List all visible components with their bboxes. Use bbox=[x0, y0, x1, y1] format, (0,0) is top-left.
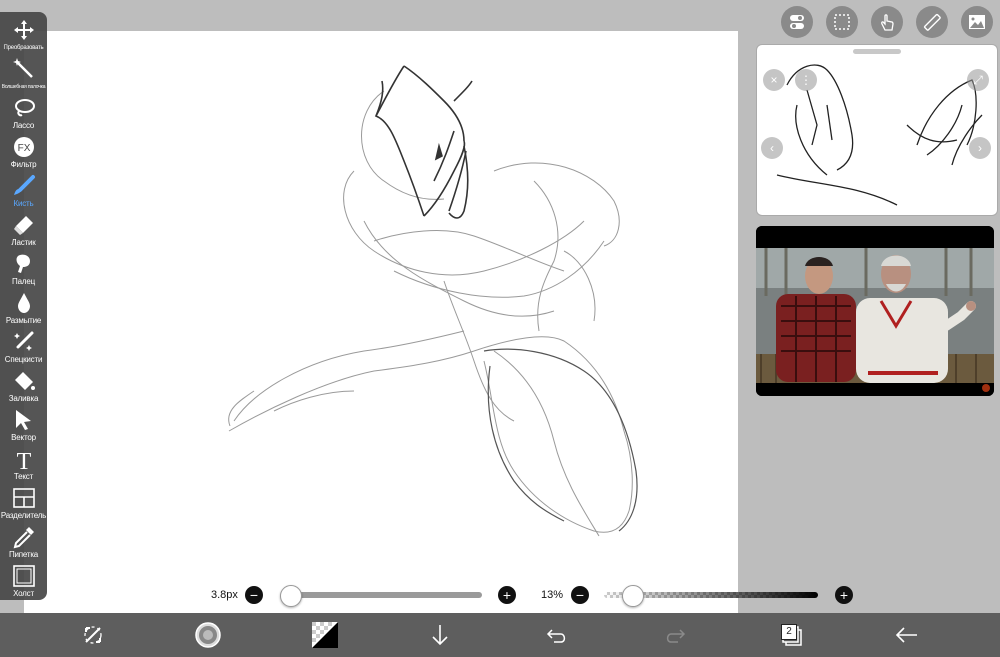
tool-label: Лассо bbox=[12, 121, 35, 130]
back-button[interactable] bbox=[891, 621, 921, 649]
brush-size-decrease-button[interactable]: − bbox=[245, 586, 263, 604]
reference-sketch-image bbox=[776, 64, 983, 206]
sketch-drawing bbox=[228, 65, 638, 537]
ruler-icon bbox=[923, 13, 941, 31]
image-reference-icon bbox=[969, 15, 985, 29]
move-arrows-icon bbox=[13, 20, 34, 40]
finger-icon bbox=[16, 254, 30, 273]
tool-sidebar: Преобразовать Волшебная палочка Лассо FX… bbox=[0, 12, 47, 600]
canvas-icon bbox=[12, 565, 35, 587]
redo-icon bbox=[666, 629, 686, 643]
tool-fill[interactable]: Заливка bbox=[0, 367, 47, 405]
reference-menu-icon[interactable]: ⋮ bbox=[795, 69, 817, 91]
tool-canvas[interactable]: Холст bbox=[0, 562, 47, 600]
download-arrow-icon bbox=[432, 625, 448, 646]
tool-label: Спецкисти bbox=[4, 355, 43, 364]
tool-label: Текст bbox=[13, 472, 34, 481]
tool-label: Волшебная палочка bbox=[1, 84, 46, 90]
lasso-icon bbox=[14, 99, 35, 117]
touch-button[interactable] bbox=[871, 6, 903, 38]
drag-handle[interactable] bbox=[853, 49, 901, 54]
tool-eyedropper[interactable]: Пипетка bbox=[0, 523, 47, 561]
tool-label: Разделитель bbox=[0, 511, 47, 520]
fx-icon: FX bbox=[13, 137, 34, 157]
settings-toggle-button[interactable] bbox=[781, 6, 813, 38]
tool-label: Кисть bbox=[13, 199, 34, 208]
selection-icon bbox=[834, 14, 850, 30]
transform-quick-icon bbox=[84, 626, 102, 644]
tool-label: Вектор bbox=[11, 433, 36, 442]
opacity-slider-thumb[interactable] bbox=[621, 585, 644, 607]
brush-size-increase-button[interactable]: + bbox=[498, 586, 516, 604]
redo-button[interactable] bbox=[660, 621, 690, 649]
tool-filter[interactable]: FX Фильтр bbox=[0, 133, 47, 171]
frame-divider-icon bbox=[12, 488, 35, 508]
undo-button[interactable] bbox=[542, 621, 572, 649]
tool-lasso[interactable]: Лассо bbox=[0, 94, 47, 132]
tool-smudge[interactable]: Палец bbox=[0, 250, 47, 288]
selection-button[interactable] bbox=[826, 6, 858, 38]
ruler-button[interactable] bbox=[916, 6, 948, 38]
opacity-value: 13% bbox=[541, 589, 564, 601]
tool-transform[interactable]: Преобразовать bbox=[0, 16, 47, 54]
bucket-icon bbox=[14, 372, 35, 390]
magic-wand-icon bbox=[12, 58, 33, 78]
color-picker-button[interactable] bbox=[310, 621, 340, 649]
back-arrow-icon bbox=[895, 627, 917, 643]
svg-text:FX: FX bbox=[17, 143, 30, 154]
tool-label: Холст bbox=[13, 589, 34, 598]
tool-brush[interactable]: Кисть bbox=[0, 172, 47, 210]
touch-hand-icon bbox=[881, 14, 894, 31]
reference-prev-icon[interactable]: ‹ bbox=[761, 137, 783, 159]
quick-transform-button[interactable] bbox=[78, 621, 108, 649]
bottom-toolbar: 2 bbox=[0, 613, 1000, 657]
brush-size-value: 3.8px bbox=[211, 589, 238, 601]
tool-label: Палец bbox=[12, 277, 35, 286]
tool-label: Размытие bbox=[5, 316, 42, 325]
tool-label: Ластик bbox=[11, 238, 36, 247]
tool-eraser[interactable]: Ластик bbox=[0, 211, 47, 249]
tool-label: Пипетка bbox=[8, 550, 39, 559]
reference-photo-image bbox=[756, 226, 994, 396]
layers-button[interactable]: 2 bbox=[776, 621, 806, 649]
brush-icon bbox=[13, 175, 35, 195]
tool-divider[interactable]: Разделитель bbox=[0, 484, 47, 522]
brush-preview-button[interactable] bbox=[193, 621, 223, 649]
tool-special[interactable]: Спецкисти bbox=[0, 328, 47, 366]
tool-label: Фильтр bbox=[10, 160, 37, 169]
tool-blur[interactable]: Размытие bbox=[0, 289, 47, 327]
drop-icon bbox=[17, 293, 30, 313]
reference-window-photo[interactable] bbox=[756, 226, 994, 396]
tool-vector[interactable]: Вектор bbox=[0, 406, 47, 444]
opacity-decrease-button[interactable]: − bbox=[571, 586, 589, 604]
tool-label: Преобразовать bbox=[3, 45, 44, 51]
drawing-canvas[interactable] bbox=[24, 31, 738, 631]
opacity-increase-button[interactable]: + bbox=[835, 586, 853, 604]
toggle-settings-icon bbox=[790, 15, 804, 29]
brush-preview-icon bbox=[195, 622, 221, 648]
svg-text:T: T bbox=[16, 449, 31, 471]
reference-close-icon[interactable]: × bbox=[763, 69, 785, 91]
reference-button[interactable] bbox=[961, 6, 993, 38]
reference-window-sketch[interactable]: × ⋮ ⤢ ‹ › bbox=[756, 44, 998, 216]
brush-size-slider-thumb[interactable] bbox=[279, 585, 302, 607]
download-button[interactable] bbox=[425, 621, 455, 649]
cursor-icon bbox=[15, 410, 31, 430]
layer-count-badge: 2 bbox=[781, 624, 797, 640]
eraser-icon bbox=[13, 216, 33, 235]
text-icon: T bbox=[16, 449, 31, 471]
special-brush-icon bbox=[13, 331, 33, 351]
reference-next-icon[interactable]: › bbox=[969, 137, 991, 159]
tool-label: Заливка bbox=[8, 394, 39, 403]
color-swatch-icon bbox=[312, 622, 338, 648]
reference-resize-icon[interactable]: ⤢ bbox=[967, 69, 989, 91]
tool-magic-wand[interactable]: Волшебная палочка bbox=[0, 55, 47, 93]
eyedropper-icon bbox=[13, 527, 34, 549]
undo-icon bbox=[546, 629, 566, 643]
tool-text[interactable]: T Текст bbox=[0, 445, 47, 483]
brush-size-slider[interactable] bbox=[284, 592, 482, 598]
